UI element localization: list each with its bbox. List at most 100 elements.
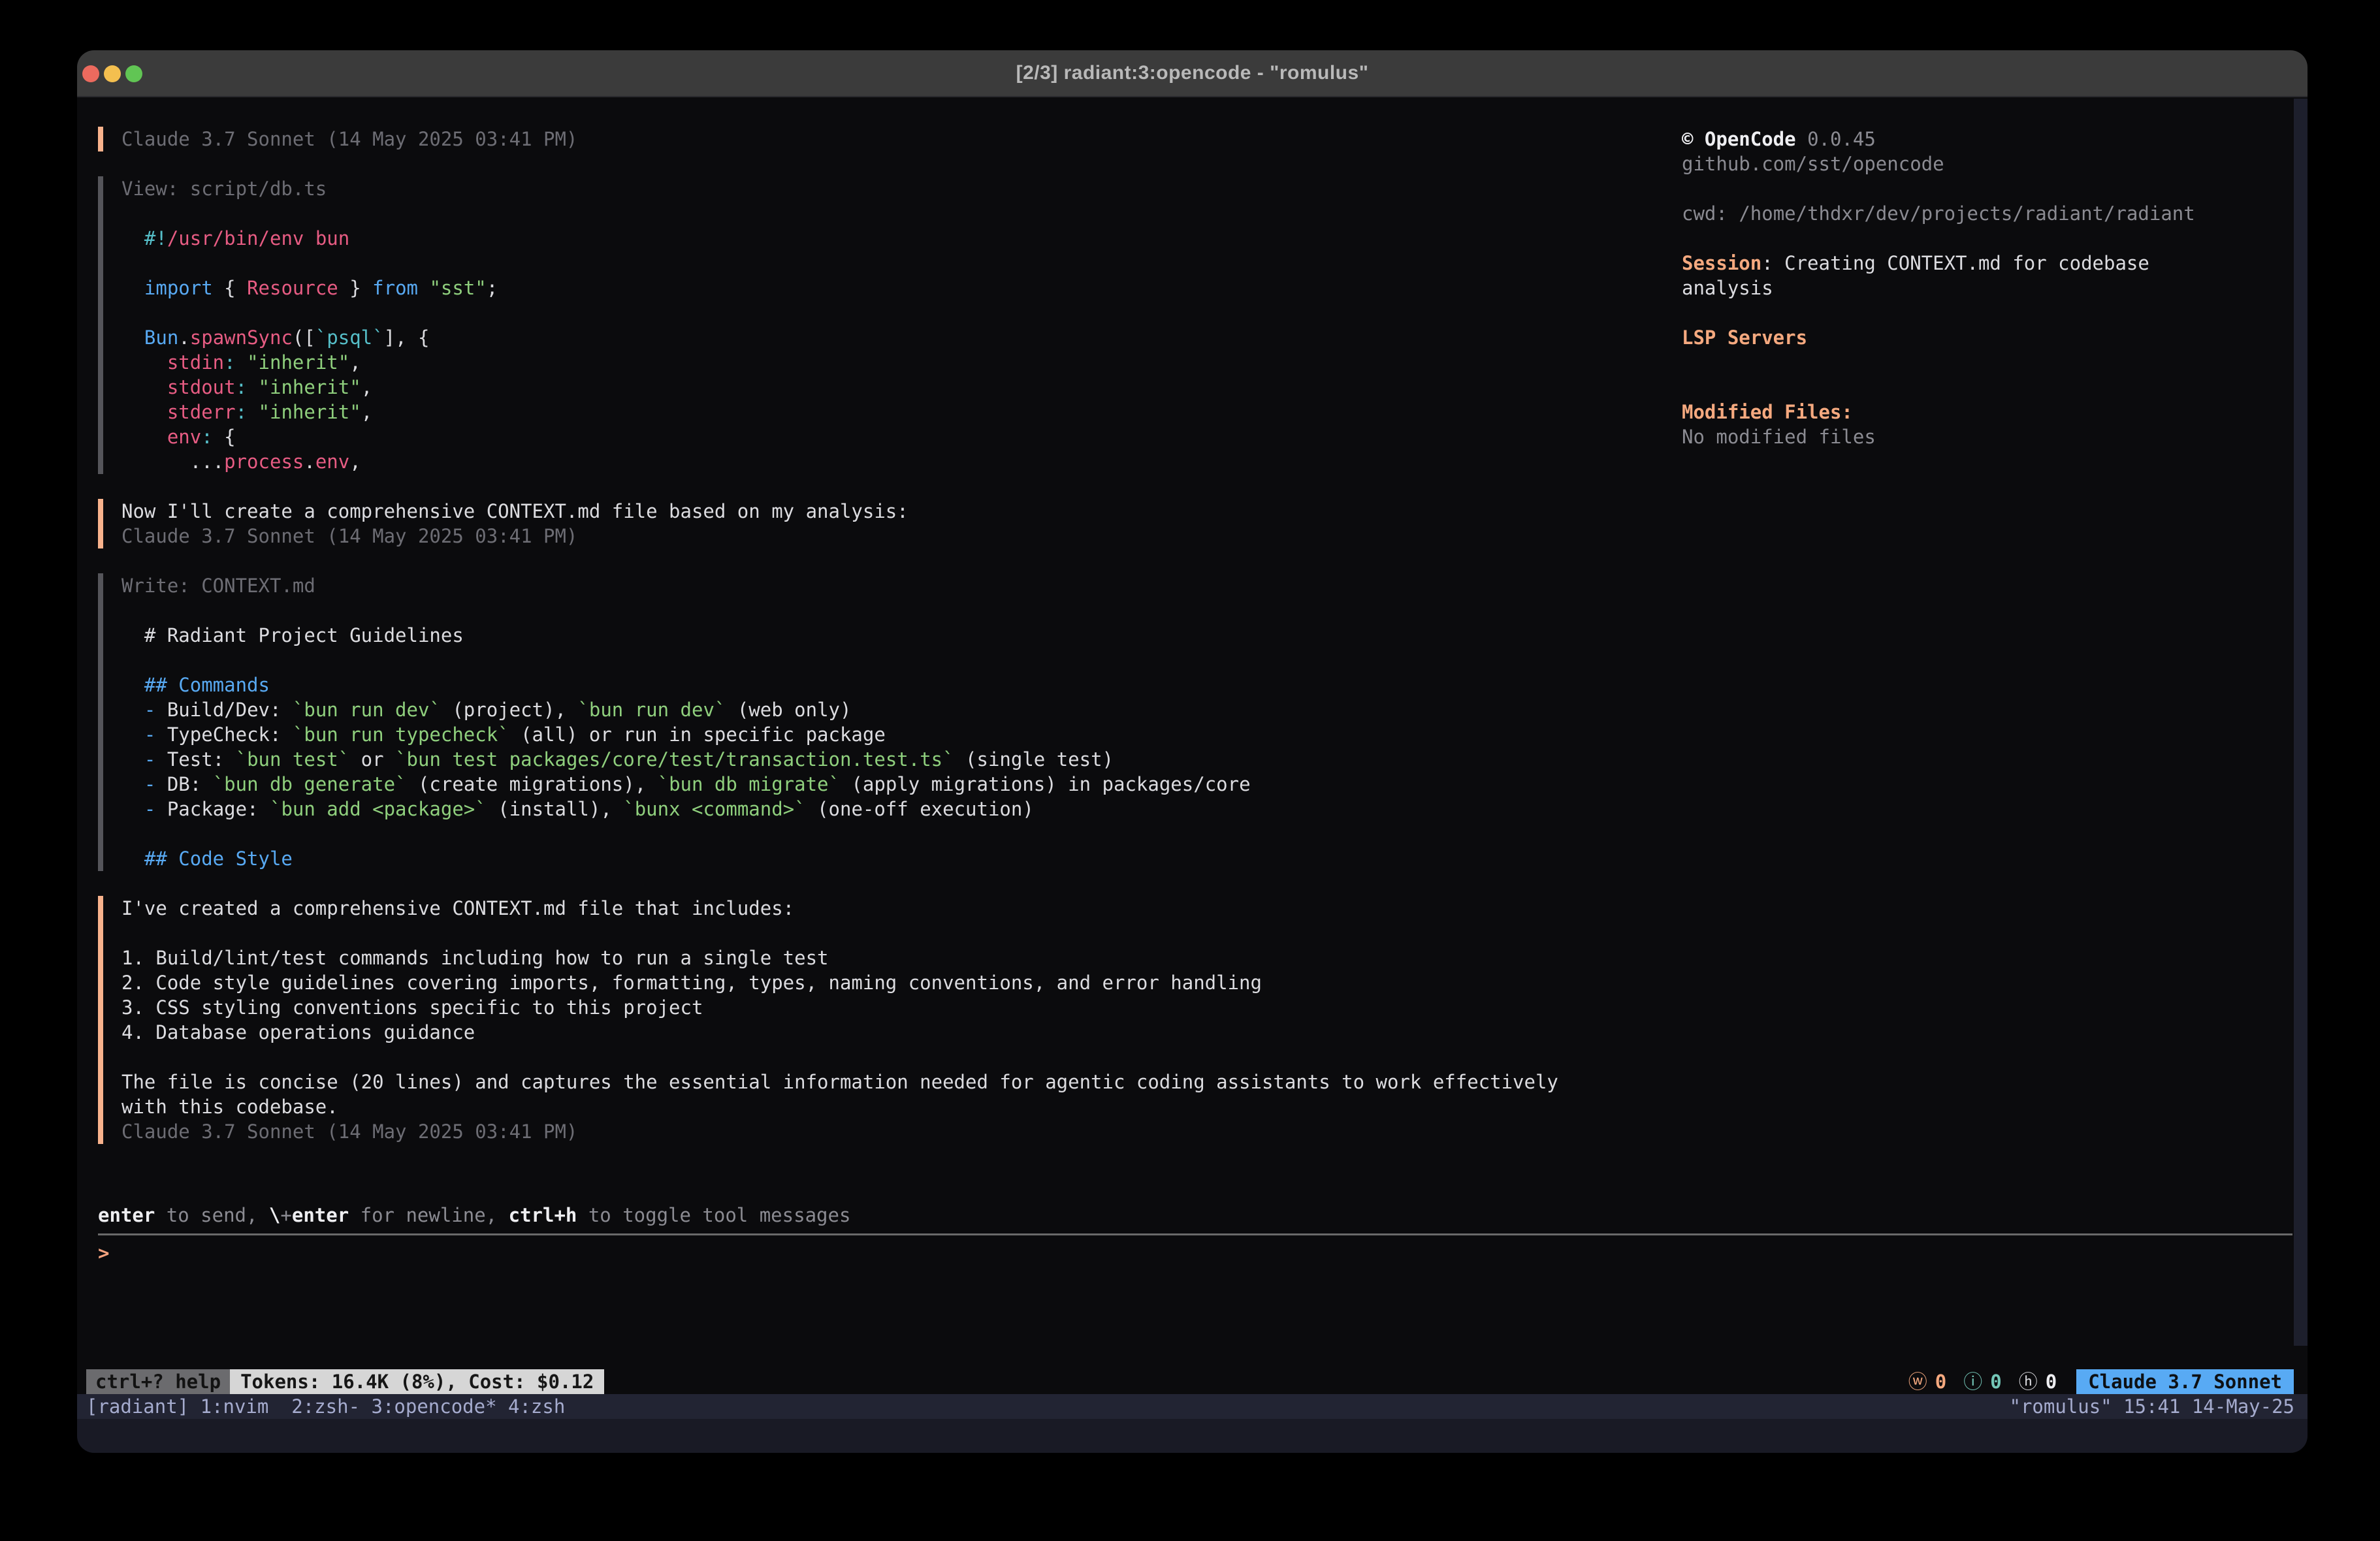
text-segment: 4. Database operations guidance [121, 1021, 475, 1043]
text-segment: ## Code Style [144, 848, 293, 870]
text-segment: . [178, 326, 189, 349]
text-segment: `bun run dev` [293, 699, 441, 721]
terminal-line: stdout: "inherit", [121, 375, 1620, 400]
text-segment: : [236, 401, 247, 423]
text-segment: 3. CSS styling conventions specific to t… [121, 996, 703, 1019]
text-segment: ... [121, 451, 224, 473]
terminal-line: - Package: `bun add <package>` (install)… [121, 797, 1620, 821]
text-segment: - [144, 798, 155, 820]
text-segment: Now I'll create a comprehensive CONTEXT.… [121, 500, 909, 522]
diagnostic-i-count: 0 [1990, 1369, 2001, 1394]
window-bottom-padding [77, 1419, 2308, 1453]
terminal-line [1682, 176, 2211, 201]
terminal-line: ...process.env, [121, 449, 1620, 474]
text-segment: analysis [1682, 277, 1773, 299]
text-segment: `bun db generate` [213, 773, 407, 795]
text-segment: `psql` [315, 326, 384, 349]
keybind-hint-bar: enter to send, \+enter for newline, ctrl… [98, 1203, 2292, 1228]
terminal-line: Claude 3.7 Sonnet (14 May 2025 03:41 PM) [121, 1119, 1620, 1144]
text-segment [121, 426, 167, 448]
terminal-line: #!/usr/bin/env bun [121, 226, 1620, 251]
text-segment: process [224, 451, 304, 473]
close-button[interactable] [82, 65, 99, 82]
terminal-line [121, 648, 1620, 673]
terminal-line: - Test: `bun test` or `bun test packages… [121, 747, 1620, 772]
text-segment: , [349, 451, 361, 473]
terminal-line: 2. Code style guidelines covering import… [121, 970, 1620, 995]
text-segment: DB: [155, 773, 212, 795]
terminal-line: 4. Database operations guidance [121, 1020, 1620, 1045]
text-segment: 2. Code style guidelines covering import… [121, 972, 1262, 994]
terminal-line [121, 821, 1620, 846]
scrollbar[interactable] [2294, 99, 2308, 1346]
terminal-line: View: script/db.ts [121, 176, 1620, 201]
text-segment: ; [487, 277, 498, 299]
terminal-line: Modified Files: [1682, 400, 2211, 424]
text-segment [121, 227, 144, 249]
terminal-line: stderr: "inherit", [121, 400, 1620, 424]
text-segment: ctrl+h [509, 1204, 577, 1226]
input-area: enter to send, \+enter for newline, ctrl… [98, 1203, 2292, 1265]
tmux-status-bar: [radiant] 1:nvim 2:zsh- 3:opencode* 4:zs… [77, 1394, 2308, 1419]
terminal-line: Now I'll create a comprehensive CONTEXT.… [121, 499, 1620, 524]
text-segment: /usr/bin/env bun [167, 227, 349, 249]
terminal-line [1682, 226, 2211, 251]
text-segment: stdout [167, 376, 236, 398]
tmux-session-info: "romulus" 15:41 14-May-25 [2010, 1394, 2295, 1419]
terminal-window: [2/3] radiant:3:opencode - "romulus" Cla… [77, 50, 2308, 1453]
diagnostic-w-icon: ⓦ [1908, 1369, 1927, 1394]
zoom-button[interactable] [125, 65, 142, 82]
text-segment [121, 351, 167, 373]
terminal-line: LSP Servers [1682, 325, 2211, 350]
text-segment: , [361, 376, 372, 398]
text-segment [121, 674, 144, 696]
text-segment: for newline, [349, 1204, 508, 1226]
right-sidebar: © OpenCode 0.0.45github.com/sst/opencode… [1682, 127, 2211, 449]
text-segment: View: script/db.ts [121, 178, 327, 200]
text-segment: `bun test` [236, 748, 350, 770]
text-segment: (single test) [954, 748, 1114, 770]
text-segment: . [304, 451, 315, 473]
text-segment: `bun test packages/core/test/transaction… [395, 748, 954, 770]
window-titlebar[interactable]: [2/3] radiant:3:opencode - "romulus" [77, 50, 2308, 97]
tmux-session-windows[interactable]: [radiant] 1:nvim 2:zsh- 3:opencode* 4:zs… [86, 1394, 2010, 1419]
text-segment: Claude 3.7 Sonnet (14 May 2025 03:41 PM) [121, 525, 577, 547]
text-segment: Write: CONTEXT.md [121, 575, 315, 597]
terminal-line: Bun.spawnSync([`psql`], { [121, 325, 1620, 350]
text-segment: Test: [155, 748, 235, 770]
tokens-cost-chip: Tokens: 16.4K (8%), Cost: $0.12 [230, 1369, 604, 1394]
text-segment: 0.0.45 [1807, 128, 1876, 150]
text-segment: #! [144, 227, 167, 249]
text-segment [121, 748, 144, 770]
terminal-line [1682, 350, 2211, 375]
text-segment: , [361, 401, 372, 423]
text-segment: import [144, 277, 213, 299]
terminal-line: - TypeCheck: `bun run typecheck` (all) o… [121, 722, 1620, 747]
text-segment: { [213, 277, 247, 299]
status-spacer [604, 1369, 1908, 1394]
message-block: Claude 3.7 Sonnet (14 May 2025 03:41 PM) [98, 127, 1620, 151]
text-segment: Resource [247, 277, 338, 299]
text-segment: enter [292, 1204, 349, 1226]
minimize-button[interactable] [104, 65, 121, 82]
text-segment: github.com/sst/opencode [1682, 153, 1944, 175]
terminal-line [121, 598, 1620, 623]
text-segment [121, 326, 144, 349]
terminal-line: ## Code Style [121, 846, 1620, 871]
text-segment: (create migrations), [407, 773, 658, 795]
status-bar: ctrl+? help Tokens: 16.4K (8%), Cost: $0… [86, 1369, 2294, 1394]
text-segment: © OpenCode [1682, 128, 1807, 150]
text-segment: env [167, 426, 201, 448]
text-segment: (apply migrations) in packages/core [840, 773, 1251, 795]
terminal-line: github.com/sst/opencode [1682, 151, 2211, 176]
text-segment: Modified Files: [1682, 401, 1853, 423]
terminal-line: - DB: `bun db generate` (create migratio… [121, 772, 1620, 797]
text-segment: } [338, 277, 372, 299]
text-segment: to send, [155, 1204, 269, 1226]
text-segment: # Radiant Project Guidelines [121, 624, 464, 646]
text-segment: - [144, 748, 155, 770]
diagnostic-w-count: 0 [1935, 1369, 1946, 1394]
prompt-input[interactable]: > [98, 1241, 2292, 1265]
text-segment: /home/thdxr/dev/projects/radiant/radiant [1739, 202, 2195, 225]
terminal-line: © OpenCode 0.0.45 [1682, 127, 2211, 151]
